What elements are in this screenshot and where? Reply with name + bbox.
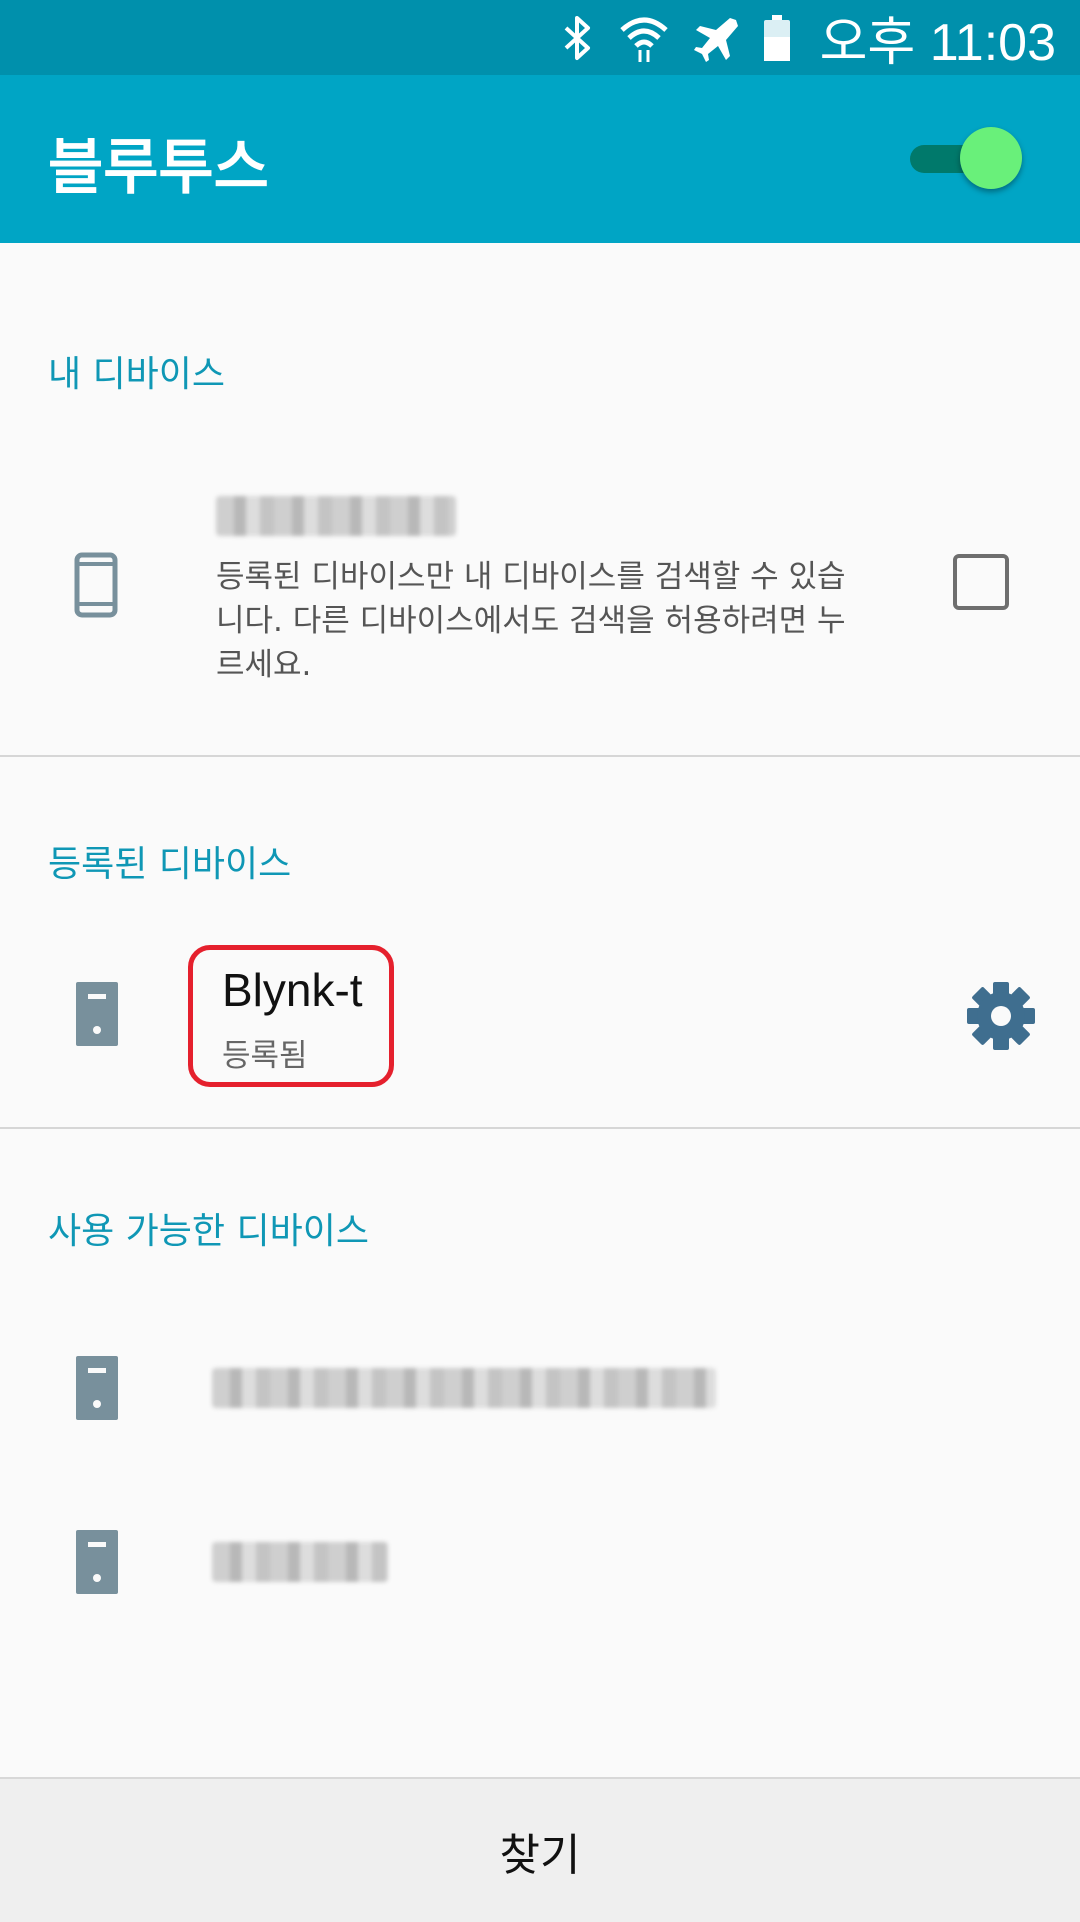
available-device-name-hidden — [212, 1542, 388, 1582]
toggle-thumb — [960, 127, 1022, 189]
available-device-row[interactable] — [0, 1300, 1080, 1470]
status-bar: 오후 11:03 — [0, 0, 1080, 75]
status-icons: 오후 11:03 — [560, 0, 1056, 75]
battery-icon — [763, 14, 790, 61]
phone-icon — [74, 552, 118, 618]
page-title: 블루투스 — [48, 133, 269, 203]
available-device-row[interactable] — [0, 1480, 1080, 1650]
bottom-bar: 찾기 — [0, 1777, 1080, 1922]
bluetooth-icon — [564, 15, 590, 60]
available-device-name-hidden — [212, 1368, 716, 1408]
paired-device-row[interactable] — [0, 925, 1080, 1125]
device-name: Blynk-t — [222, 964, 363, 1016]
divider — [0, 1127, 1080, 1129]
section-my-device-title: 내 디바이스 — [48, 354, 226, 395]
my-device-name-hidden — [216, 496, 456, 536]
app-bar: 블루투스 — [0, 75, 1080, 243]
status-time: 오후 11:03 — [819, 14, 1056, 72]
device-status: 등록됨 — [222, 1038, 308, 1074]
gear-icon[interactable] — [966, 981, 1036, 1051]
bluetooth-toggle[interactable] — [910, 127, 1030, 191]
device-icon — [76, 1530, 118, 1594]
device-icon — [76, 982, 118, 1046]
section-available-title: 사용 가능한 디바이스 — [48, 1211, 369, 1252]
wifi-icon — [619, 17, 668, 62]
my-device-description: 등록된 디바이스만 내 디바이스를 검색할 수 있습니다. 다른 디바이스에서도… — [216, 559, 846, 683]
section-paired-title: 등록된 디바이스 — [48, 844, 292, 885]
airplane-icon — [693, 17, 738, 62]
device-icon — [76, 1356, 118, 1420]
divider — [0, 755, 1080, 757]
scan-button[interactable]: 찾기 — [0, 1779, 1080, 1922]
visibility-checkbox[interactable] — [953, 554, 1009, 610]
